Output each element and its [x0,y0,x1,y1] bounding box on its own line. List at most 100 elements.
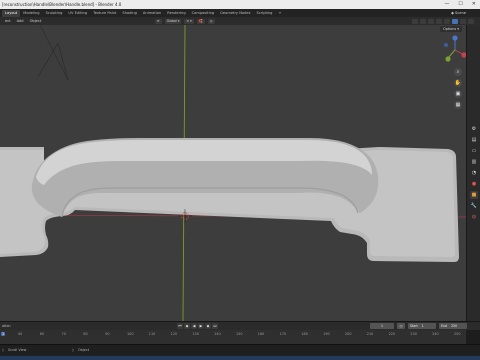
render-properties-icon[interactable]: ▤ [470,136,478,144]
pan-hand-icon[interactable]: ✋ [454,79,462,87]
scene-selector[interactable]: ◆ Scene [451,9,466,17]
ruler-tick: 100 [127,332,134,336]
ruler-tick: 220 [388,332,396,336]
play-button[interactable]: ▶ [198,323,204,329]
window-title-bar: [reconstruction\Handle\Blender\Handle.bl… [0,0,480,9]
tab-add-workspace[interactable]: + [275,10,284,17]
world-properties-icon[interactable]: ● [470,180,478,188]
frame-range: 1 ◷ Start 1 End 250 [370,323,467,329]
axis-gizmo[interactable] [444,35,466,62]
ruler-tick: 90 [105,332,110,336]
options-label: Options [443,27,457,31]
orientation-dropdown[interactable]: Global ▾ [164,18,182,24]
view-layer-icon[interactable]: ▥ [470,158,478,166]
ruler-tick: 110 [148,332,156,336]
ruler-tick: 120 [170,332,178,336]
ruler-current-frame[interactable]: 1 [1,332,6,336]
overlay-toggle[interactable] [428,18,434,24]
tab-layout[interactable]: Layout [2,9,21,17]
tab-modeling[interactable]: Modeling [20,10,42,17]
menu-select[interactable]: ect [2,19,14,23]
scene-properties-icon[interactable]: ◔ [470,169,478,177]
transform-controls: ⟳ Global ▾ ⊙ ▾ 🧲 ◎ [155,18,215,24]
ruler-tick: 230 [410,332,417,336]
properties-tab-strip: ⚙ ▤ ▭ ▥ ◔ ● ■ 🔧 ◍ [466,25,480,321]
ruler-tick: 170 [279,332,287,336]
menu-add[interactable]: Add [14,19,27,23]
menu-object[interactable]: Object [27,19,45,23]
ruler-tick: 130 [192,332,199,336]
ruler-tick: 210 [366,332,374,336]
ruler-tick: 190 [323,332,330,336]
ruler-tick: 250 [454,332,461,336]
prev-keyframe-button[interactable]: ◆ [184,323,190,329]
ruler-tick: 70 [61,332,66,336]
shading-solid-button[interactable] [452,18,458,24]
shading-rendered-button[interactable] [468,18,474,24]
tab-rendering[interactable]: Rendering [164,10,188,17]
transport-controls: ⏮ ◆ ◀ ▶ ◆ ⏭ [177,323,218,329]
end-frame-field[interactable]: End 250 [439,323,467,329]
viewport-scene [0,25,466,321]
snap-toggle[interactable]: 🧲 [196,18,205,24]
ruler-tick: 200 [345,332,352,336]
minimize-button[interactable]: — [444,0,449,9]
tab-uv-editing[interactable]: UV Editing [65,10,90,17]
shading-controls [412,18,474,24]
proportional-edit-toggle[interactable]: ◎ [207,18,215,24]
start-value: 1 [421,324,424,328]
playback-menu[interactable]: ation [2,322,11,330]
ruler-tick: 180 [301,332,308,336]
shading-wireframe-button[interactable] [444,18,450,24]
ruler-tick: 40 [18,332,23,336]
visibility-dropdown[interactable] [412,18,418,24]
tab-compositing[interactable]: Compositing [189,10,218,17]
window-controls: — ☐ ✕ [444,0,476,9]
tab-scripting[interactable]: Scripting [253,10,275,17]
jump-start-button[interactable]: ⏮ [177,323,183,329]
tab-texture-paint[interactable]: Texture Paint [90,10,119,17]
gizmo-toggle[interactable] [420,18,426,24]
workspace-tabs: Layout Modeling Sculpting UV Editing Texture… [0,9,480,17]
tab-animation[interactable]: Animation [140,10,164,17]
play-reverse-button[interactable]: ◀ [191,323,197,329]
jump-end-button[interactable]: ⏭ [212,323,218,329]
next-keyframe-button[interactable]: ◆ [205,323,211,329]
gizmo-z-icon [452,35,458,41]
taskbar-strip [0,356,480,360]
tab-sculpting[interactable]: Sculpting [43,10,66,17]
tab-shading[interactable]: Shading [119,10,140,17]
mouse-icon: ▯ [72,348,74,352]
pivot-dropdown[interactable]: ⊙ ▾ [184,18,194,24]
output-properties-icon[interactable]: ▭ [470,147,478,155]
zoom-icon[interactable]: ⌕ [454,68,462,76]
tool-properties-icon[interactable]: ⚙ [470,125,478,133]
mouse-icon: ▯ [2,348,4,352]
object-properties-icon[interactable]: ■ [470,191,478,199]
gizmo-y-icon [445,56,451,62]
window-title: [reconstruction\Handle\Blender\Handle.bl… [2,2,122,7]
xray-toggle[interactable] [436,18,442,24]
ruler-tick: 80 [83,332,88,336]
current-frame-field[interactable]: 1 [370,323,394,329]
modifier-properties-icon[interactable]: 🔧 [470,202,478,210]
tab-geometry-nodes[interactable]: Geometry Nodes [217,10,253,17]
maximize-button[interactable]: ☐ [458,0,462,9]
preview-range-toggle[interactable]: ◷ [397,323,405,329]
orientation-icon: ⟳ [155,18,162,24]
shading-material-button[interactable] [460,18,466,24]
ruler-tick: 140 [214,332,221,336]
orientation-label: Global [166,18,177,23]
camera-view-icon[interactable]: ▣ [454,90,462,98]
ruler-tick: 60 [39,332,45,336]
close-button[interactable]: ✕ [472,0,476,9]
3d-viewport[interactable] [0,25,466,321]
scene-label: Scene [455,11,466,15]
timeline-ruler[interactable]: 1 40 60 70 80 90 100 110 120 130 140 150 160 170 180 19… [0,330,466,344]
material-properties-icon[interactable]: ◍ [470,213,478,221]
perspective-toggle-icon[interactable]: ▦ [454,101,462,109]
start-frame-field[interactable]: Start 1 [408,323,436,329]
options-dropdown[interactable]: Options ▾ [440,26,462,32]
ruler-tick: 240 [432,332,439,336]
start-label: Start [410,324,418,328]
